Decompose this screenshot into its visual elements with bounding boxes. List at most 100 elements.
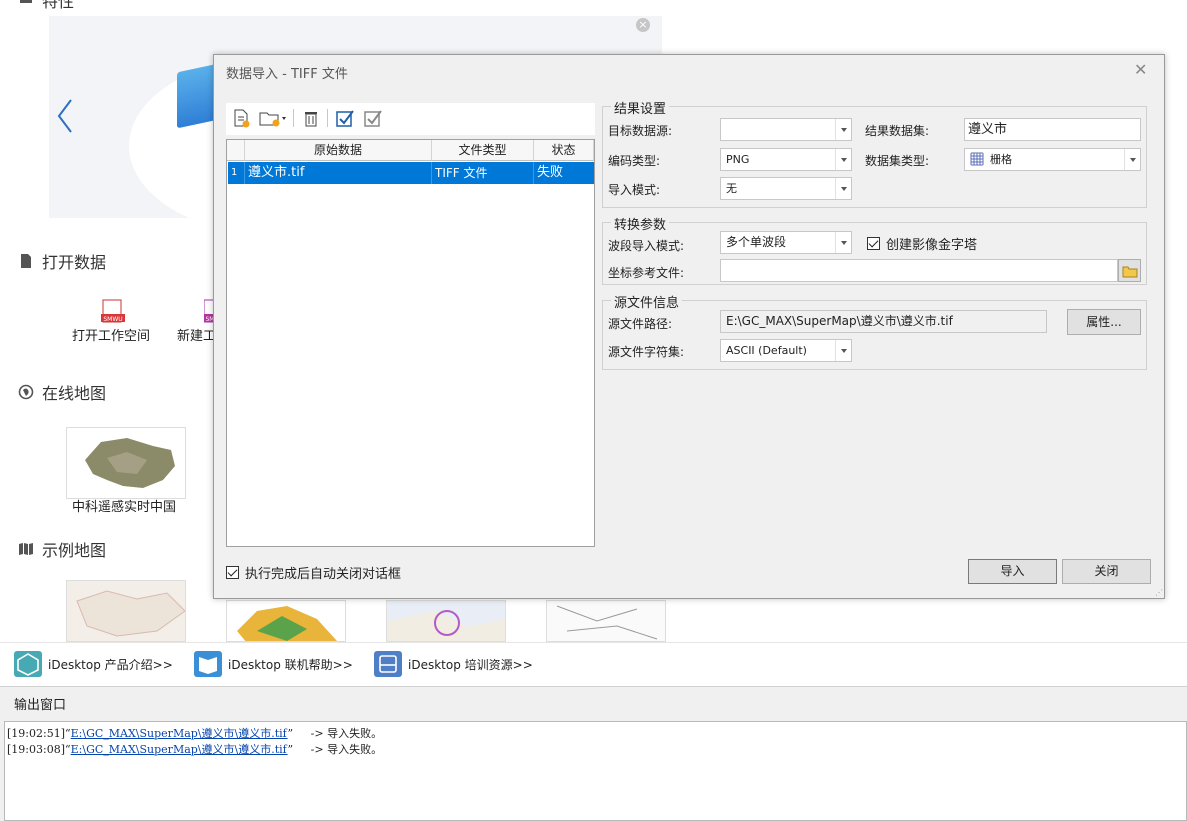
chevron-down-icon[interactable]: [835, 119, 851, 140]
training-resource-icon: [374, 651, 402, 677]
import-mode-select[interactable]: 无: [720, 177, 852, 200]
target-datasource-select[interactable]: [720, 118, 852, 141]
log-line: [19:03:08]“E:\GC_MAX\SuperMap\遵义市\遵义市.ti…: [7, 741, 382, 757]
chevron-down-icon[interactable]: [835, 340, 851, 361]
row-index: 1: [228, 162, 245, 184]
sample-map-thumbnail-2[interactable]: [226, 600, 346, 642]
sample-map-thumbnail-1[interactable]: [66, 580, 186, 642]
svg-text:SMWU: SMWU: [103, 316, 122, 323]
online-help-label[interactable]: iDesktop 联机帮助>>: [228, 656, 353, 673]
row-status[interactable]: 失败: [534, 162, 594, 184]
source-info-group: 源文件信息 源文件路径: E:\GC_MAX\SuperMap\遵义市\遵义市.…: [602, 292, 1147, 370]
auto-close-option[interactable]: 执行完成后自动关闭对话框: [226, 563, 401, 582]
china-map-label[interactable]: 中科遥感实时中国: [72, 496, 176, 515]
select-all-icon[interactable]: [334, 107, 356, 129]
conversion-params-legend: 转换参数: [611, 214, 670, 233]
dialog-close-icon[interactable]: ✕: [1134, 60, 1147, 79]
online-maps-title: 在线地图: [42, 384, 107, 403]
dialog-title: 数据导入 - TIFF 文件: [226, 67, 348, 82]
result-dataset-label: 结果数据集:: [865, 124, 930, 138]
band-mode-value: 多个单波段: [726, 235, 787, 249]
resize-grip-icon[interactable]: ⋰: [1155, 588, 1163, 597]
encoding-type-select[interactable]: PNG: [720, 148, 852, 171]
smwu-file-icon[interactable]: SMWU: [100, 298, 126, 328]
browse-folder-icon[interactable]: [1118, 259, 1141, 282]
features-section-title: 特性: [18, 0, 74, 12]
log-message: -> 导入失败。: [293, 743, 383, 756]
sample-map-thumbnail-3[interactable]: [386, 600, 506, 642]
source-charset-label: 源文件字符集:: [608, 345, 685, 359]
product-intro-label[interactable]: iDesktop 产品介绍>>: [48, 656, 173, 673]
coord-ref-file-input[interactable]: [720, 259, 1118, 282]
grid-header-status[interactable]: 状态: [534, 140, 594, 161]
encoding-type-value: PNG: [726, 153, 750, 166]
add-file-icon[interactable]: [230, 107, 252, 129]
open-data-section-title: 打开数据: [18, 249, 106, 273]
encoding-type-label: 编码类型:: [608, 154, 661, 168]
create-pyramid-checkbox[interactable]: [867, 237, 880, 250]
log-time: [19:02:51]: [7, 727, 65, 740]
online-maps-section-title: 在线地图: [18, 380, 106, 404]
import-dialog: 数据导入 - TIFF 文件 ✕ 原始数据 文件类型 状态 1 遵义市.tif …: [213, 54, 1165, 599]
product-intro-link[interactable]: iDesktop 产品介绍>>: [14, 651, 173, 677]
import-button[interactable]: 导入: [968, 559, 1057, 584]
source-path-label: 源文件路径:: [608, 317, 673, 331]
dataset-type-select[interactable]: 栅格: [964, 148, 1141, 171]
row-name[interactable]: 遵义市.tif: [245, 162, 432, 184]
features-title: 特性: [42, 0, 75, 11]
table-row[interactable]: 1 遵义市.tif TIFF 文件 失败: [228, 162, 594, 184]
create-pyramid-label[interactable]: 创建影像金字塔: [886, 234, 977, 253]
import-mode-value: 无: [726, 182, 737, 195]
dataset-type-label: 数据集类型:: [865, 154, 930, 168]
map-book-icon: [18, 541, 34, 557]
source-info-legend: 源文件信息: [611, 292, 683, 311]
create-pyramid-option[interactable]: 创建影像金字塔: [867, 234, 977, 253]
chevron-down-icon[interactable]: [1124, 149, 1140, 170]
source-charset-select[interactable]: ASCII (Default): [720, 339, 852, 362]
band-mode-select[interactable]: 多个单波段: [720, 231, 852, 254]
auto-close-checkbox[interactable]: [226, 566, 239, 579]
output-log[interactable]: [19:02:51]“E:\GC_MAX\SuperMap\遵义市\遵义市.ti…: [4, 721, 1187, 821]
features-icon: [18, 0, 34, 8]
open-workspace-label[interactable]: 打开工作空间: [72, 325, 150, 344]
source-charset-value: ASCII (Default): [726, 344, 807, 357]
online-help-link[interactable]: iDesktop 联机帮助>>: [194, 651, 353, 677]
band-mode-label: 波段导入模式:: [608, 239, 685, 253]
sample-maps-section-title: 示例地图: [18, 537, 106, 561]
coord-ref-file-label: 坐标参考文件:: [608, 266, 685, 280]
dataset-type-value: 栅格: [990, 153, 1012, 166]
training-resource-link[interactable]: iDesktop 培训资源>>: [374, 651, 533, 677]
new-workspace-label[interactable]: 新建工: [177, 325, 216, 344]
training-resource-label[interactable]: iDesktop 培训资源>>: [408, 656, 533, 673]
delete-icon[interactable]: [300, 107, 322, 129]
select-invert-icon[interactable]: [362, 107, 384, 129]
file-list-toolbar: [226, 103, 595, 135]
close-button[interactable]: 关闭: [1062, 559, 1151, 584]
sample-map-thumbnail-4[interactable]: [546, 600, 666, 642]
chevron-down-icon[interactable]: [835, 178, 851, 199]
log-line: [19:02:51]“E:\GC_MAX\SuperMap\遵义市\遵义市.ti…: [7, 725, 382, 741]
output-window: 输出窗口 [19:02:51]“E:\GC_MAX\SuperMap\遵义市\遵…: [0, 686, 1187, 821]
result-settings-legend: 结果设置: [611, 98, 670, 117]
open-data-title: 打开数据: [42, 253, 107, 272]
row-type[interactable]: TIFF 文件: [432, 162, 534, 184]
result-dataset-input[interactable]: 遵义市: [964, 118, 1141, 141]
grid-header-type[interactable]: 文件类型: [432, 140, 534, 161]
chevron-down-icon[interactable]: [835, 232, 851, 253]
chevron-down-icon[interactable]: [835, 149, 851, 170]
toolbar-separator: [293, 109, 294, 127]
document-icon: [18, 253, 34, 269]
grid-raster-icon: [970, 152, 984, 173]
sample-maps-title: 示例地图: [42, 541, 107, 560]
grid-header-source[interactable]: 原始数据: [245, 140, 432, 161]
carousel-prev-icon[interactable]: [55, 98, 75, 140]
log-path-link[interactable]: E:\GC_MAX\SuperMap\遵义市\遵义市.tif: [71, 743, 288, 756]
china-map-thumbnail[interactable]: [66, 427, 186, 499]
properties-button[interactable]: 属性...: [1067, 309, 1141, 335]
banner-close-icon[interactable]: ×: [636, 18, 650, 32]
add-folder-icon[interactable]: [258, 107, 288, 129]
file-list-grid[interactable]: 原始数据 文件类型 状态 1 遵义市.tif TIFF 文件 失败: [226, 139, 595, 547]
log-path-link[interactable]: E:\GC_MAX\SuperMap\遵义市\遵义市.tif: [71, 727, 288, 740]
toolbar-separator: [327, 109, 328, 127]
auto-close-label[interactable]: 执行完成后自动关闭对话框: [245, 563, 401, 582]
